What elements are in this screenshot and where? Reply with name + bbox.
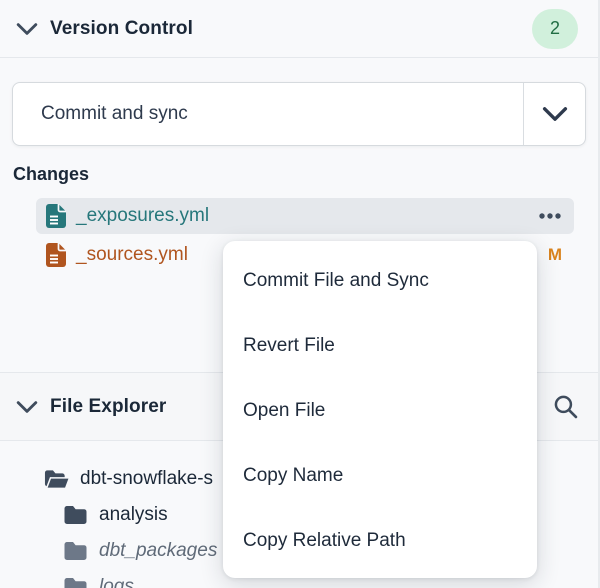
menu-item-copy-name[interactable]: Copy Name bbox=[223, 443, 537, 508]
file-context-menu: Commit File and Sync Revert File Open Fi… bbox=[223, 241, 537, 578]
changed-file-name: _exposures.yml bbox=[76, 205, 209, 227]
yml-file-icon bbox=[46, 204, 66, 228]
commit-action-caret[interactable] bbox=[523, 83, 585, 145]
chevron-down-icon[interactable] bbox=[16, 396, 38, 418]
folder-icon bbox=[63, 541, 88, 561]
changes-label: Changes bbox=[13, 164, 89, 185]
commit-action-dropdown[interactable]: Commit and sync bbox=[12, 82, 586, 146]
commit-action-selected-value: Commit and sync bbox=[13, 83, 523, 145]
tree-item-label: dbt-snowflake-s bbox=[80, 468, 213, 490]
changed-file-name: _sources.yml bbox=[76, 244, 188, 266]
folder-icon bbox=[63, 577, 88, 588]
version-control-title: Version Control bbox=[50, 18, 193, 40]
tree-item-label: analysis bbox=[99, 504, 168, 526]
version-control-header[interactable]: Version Control 2 bbox=[0, 0, 598, 58]
file-actions-ellipsis-icon[interactable] bbox=[538, 212, 562, 220]
search-icon bbox=[553, 394, 578, 419]
menu-item-open-file[interactable]: Open File bbox=[223, 378, 537, 443]
chevron-down-icon[interactable] bbox=[16, 18, 38, 40]
changes-count-badge: 2 bbox=[532, 9, 578, 49]
modified-status-badge: M bbox=[548, 245, 562, 265]
yml-file-icon bbox=[46, 243, 66, 267]
file-search-button[interactable] bbox=[550, 392, 580, 422]
menu-item-copy-relative-path[interactable]: Copy Relative Path bbox=[223, 508, 537, 573]
chevron-down-icon bbox=[542, 101, 568, 127]
folder-open-icon bbox=[44, 469, 69, 489]
folder-icon bbox=[63, 505, 88, 525]
file-explorer-title: File Explorer bbox=[50, 396, 166, 418]
tree-item-label: dbt_packages bbox=[99, 540, 217, 562]
menu-item-revert-file[interactable]: Revert File bbox=[223, 313, 537, 378]
tree-item-label: logs bbox=[99, 576, 134, 588]
menu-item-commit-file-and-sync[interactable]: Commit File and Sync bbox=[223, 248, 537, 313]
changed-file-row-exposures[interactable]: _exposures.yml bbox=[36, 198, 574, 234]
version-control-panel: Version Control 2 Commit and sync Change… bbox=[0, 0, 600, 588]
